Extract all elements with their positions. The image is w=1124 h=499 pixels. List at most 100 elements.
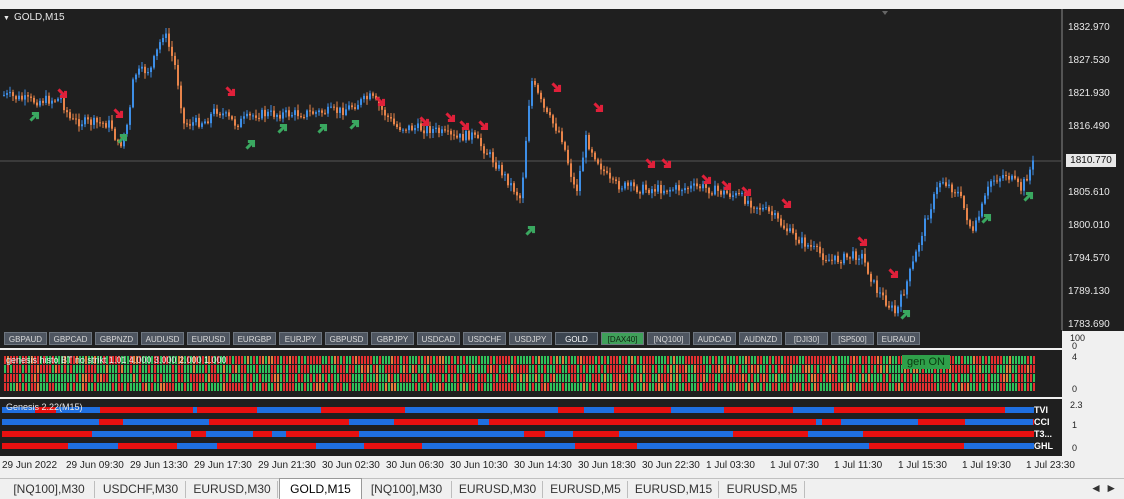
histogram-cell bbox=[517, 374, 519, 382]
genesis-segment bbox=[864, 419, 918, 425]
symbol-button-usdcad[interactable]: USDCAD bbox=[417, 332, 460, 345]
symbol-button-usdjpy[interactable]: USDJPY bbox=[509, 332, 552, 345]
candle-body bbox=[33, 97, 35, 103]
chart-tab[interactable]: EURUSD,M15 bbox=[629, 481, 719, 498]
symbol-button-usdchf[interactable]: USDCHF bbox=[463, 332, 506, 345]
candle-body bbox=[927, 218, 929, 220]
sell-arrow-icon bbox=[551, 82, 562, 93]
candle-body bbox=[813, 245, 815, 247]
histogram-cell bbox=[658, 356, 660, 364]
histogram-cell bbox=[142, 374, 144, 382]
histogram-cell bbox=[688, 356, 690, 364]
histogram-cell bbox=[538, 374, 540, 382]
histogram-cell bbox=[61, 383, 63, 391]
symbol-button-eurjpy[interactable]: EURJPY bbox=[279, 332, 322, 345]
symbol-button-gbpnzd[interactable]: GBPNZD bbox=[95, 332, 138, 345]
histogram-cell bbox=[292, 374, 294, 382]
histogram-cell bbox=[346, 365, 348, 373]
symbol-button-gbpcad[interactable]: GBPCAD bbox=[49, 332, 92, 345]
histogram-cell bbox=[982, 374, 984, 382]
histogram-cell bbox=[589, 356, 591, 364]
candlestick-chart[interactable] bbox=[0, 9, 1124, 331]
histogram-cell bbox=[694, 356, 696, 364]
symbol-button-audnzd[interactable]: AUDNZD bbox=[739, 332, 782, 345]
histogram-cell bbox=[193, 383, 195, 391]
histogram-cell bbox=[394, 383, 396, 391]
candle-body bbox=[309, 110, 311, 112]
symbol-button-dji30[interactable]: [DJI30] bbox=[785, 332, 828, 345]
chart-tab[interactable]: [NQ100],M30 bbox=[362, 481, 452, 498]
symbol-button-eurusd[interactable]: EURUSD bbox=[187, 332, 230, 345]
genesis-panel[interactable] bbox=[0, 399, 1062, 456]
candle-body bbox=[690, 185, 692, 189]
histogram-cell bbox=[517, 356, 519, 364]
histogram-cell bbox=[295, 356, 297, 364]
price-axis-label: 1783.690 bbox=[1068, 319, 1110, 330]
chart-tab[interactable]: EURUSD,M30 bbox=[187, 481, 278, 498]
symbol-button-gbpjpy[interactable]: GBPJPY bbox=[371, 332, 414, 345]
histogram-cell bbox=[841, 356, 843, 364]
time-axis-label: 30 Jun 22:30 bbox=[642, 460, 700, 471]
genesis-segment bbox=[869, 443, 904, 449]
histogram-cell bbox=[709, 374, 711, 382]
histogram-cell bbox=[388, 374, 390, 382]
chart-tab[interactable]: EURUSD,M30 bbox=[453, 481, 543, 498]
chart-tab[interactable]: USDCHF,M30 bbox=[96, 481, 186, 498]
symbol-button-dax40[interactable]: [DAX40] bbox=[601, 332, 644, 345]
histogram-cell bbox=[313, 365, 315, 373]
histogram-cell bbox=[604, 383, 606, 391]
histogram-cell bbox=[796, 365, 798, 373]
symbol-button-eurgbp[interactable]: EURGBP bbox=[233, 332, 276, 345]
chart-tab[interactable]: EURUSD,M5 bbox=[544, 481, 628, 498]
histogram-cell bbox=[535, 365, 537, 373]
histogram-cell bbox=[442, 383, 444, 391]
histogram-cell bbox=[937, 383, 939, 391]
histogram-cell bbox=[448, 356, 450, 364]
symbol-button-nq100[interactable]: [NQ100] bbox=[647, 332, 690, 345]
candle-body bbox=[393, 118, 395, 125]
candle-body bbox=[657, 184, 659, 192]
histogram-cell bbox=[766, 374, 768, 382]
buy-arrow-icon bbox=[349, 119, 360, 130]
histogram-cell bbox=[331, 356, 333, 364]
histogram-cell bbox=[340, 365, 342, 373]
collapse-triangle-icon[interactable]: ▼ bbox=[3, 15, 10, 22]
symbol-button-sp500[interactable]: [SP500] bbox=[831, 332, 874, 345]
genesis-segment bbox=[489, 419, 534, 425]
genesis-segment bbox=[50, 443, 68, 449]
symbol-button-audusd[interactable]: AUDUSD bbox=[141, 332, 184, 345]
chart-tab[interactable]: GOLD,M15 bbox=[279, 478, 362, 499]
histogram-cell bbox=[637, 374, 639, 382]
candle-body bbox=[564, 142, 566, 150]
symbol-button-euraud[interactable]: EURAUD bbox=[877, 332, 920, 345]
histogram-cell bbox=[682, 365, 684, 373]
histogram-cell bbox=[826, 356, 828, 364]
histogram-cell bbox=[433, 383, 435, 391]
candle-body bbox=[135, 74, 137, 80]
candle-body bbox=[924, 218, 926, 236]
symbol-button-gold[interactable]: GOLD bbox=[555, 332, 598, 345]
histogram-cell bbox=[379, 383, 381, 391]
histogram-cell bbox=[994, 374, 996, 382]
histogram-cell bbox=[754, 374, 756, 382]
histogram-cell bbox=[844, 365, 846, 373]
chart-tab[interactable]: EURUSD,M5 bbox=[720, 481, 805, 498]
histogram-cell bbox=[889, 374, 891, 382]
chart-tab[interactable]: [NQ100],M30 bbox=[4, 481, 95, 498]
candle-body bbox=[900, 294, 902, 307]
histogram-cell bbox=[100, 383, 102, 391]
candle-body bbox=[795, 232, 797, 240]
histogram-cell bbox=[580, 374, 582, 382]
symbol-button-gbpaud[interactable]: GBPAUD bbox=[4, 332, 47, 345]
histogram-cell bbox=[865, 356, 867, 364]
tab-scroll-arrows-icon[interactable]: ◄ ► bbox=[1090, 481, 1117, 495]
histogram-cell bbox=[397, 365, 399, 373]
symbol-button-gbpusd[interactable]: GBPUSD bbox=[325, 332, 368, 345]
symbol-button-audcad[interactable]: AUDCAD bbox=[693, 332, 736, 345]
histogram-cell bbox=[592, 374, 594, 382]
price-chart[interactable] bbox=[0, 9, 1124, 331]
candle-body bbox=[783, 225, 785, 229]
candle-body bbox=[930, 209, 932, 219]
histogram-cell bbox=[856, 365, 858, 373]
histogram-cell bbox=[343, 365, 345, 373]
